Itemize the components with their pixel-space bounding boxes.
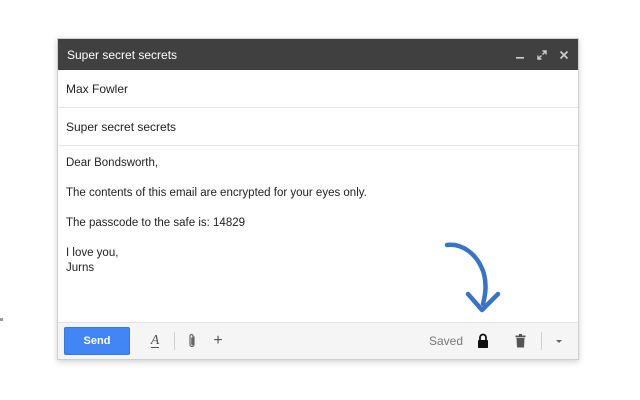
to-recipient: Max Fowler bbox=[66, 81, 129, 96]
subject-text: Super secret secrets bbox=[66, 119, 177, 134]
subject-field[interactable]: Super secret secrets bbox=[58, 108, 578, 146]
toolbar-divider bbox=[174, 332, 175, 350]
body-line-1: The contents of this email are encrypted… bbox=[66, 187, 367, 199]
compose-toolbar: Send A + Saved bbox=[58, 322, 578, 359]
save-status: Saved bbox=[428, 334, 463, 348]
more-options-icon[interactable]: + bbox=[211, 332, 225, 350]
formatting-icon[interactable]: A bbox=[146, 334, 164, 348]
message-body[interactable]: Dear Bondsworth, The contents of this em… bbox=[58, 146, 578, 276]
trash-icon[interactable] bbox=[513, 334, 527, 348]
send-button[interactable]: Send bbox=[64, 327, 130, 355]
body-line-2: The passcode to the safe is: 14829 bbox=[66, 217, 246, 229]
minimize-icon[interactable] bbox=[515, 50, 525, 60]
compose-window: Super secret secrets Max Fowler Super se… bbox=[57, 38, 579, 360]
body-closing-2: Jurns bbox=[66, 262, 95, 274]
body-greeting: Dear Bondsworth, bbox=[66, 157, 159, 169]
expand-icon[interactable] bbox=[537, 49, 547, 60]
chevron-down-icon[interactable] bbox=[552, 339, 566, 344]
lock-icon[interactable] bbox=[475, 333, 491, 349]
attach-icon[interactable] bbox=[185, 333, 199, 349]
compose-titlebar[interactable]: Super secret secrets bbox=[58, 39, 578, 70]
to-field[interactable]: Max Fowler bbox=[58, 70, 578, 108]
page: Super secret secrets Max Fowler Super se… bbox=[0, 0, 640, 400]
compose-title: Super secret secrets bbox=[67, 47, 178, 62]
body-closing-1: I love you, bbox=[66, 247, 119, 259]
close-icon[interactable] bbox=[559, 50, 569, 60]
toolbar-divider-right bbox=[541, 332, 542, 350]
edge-mark bbox=[0, 318, 3, 321]
